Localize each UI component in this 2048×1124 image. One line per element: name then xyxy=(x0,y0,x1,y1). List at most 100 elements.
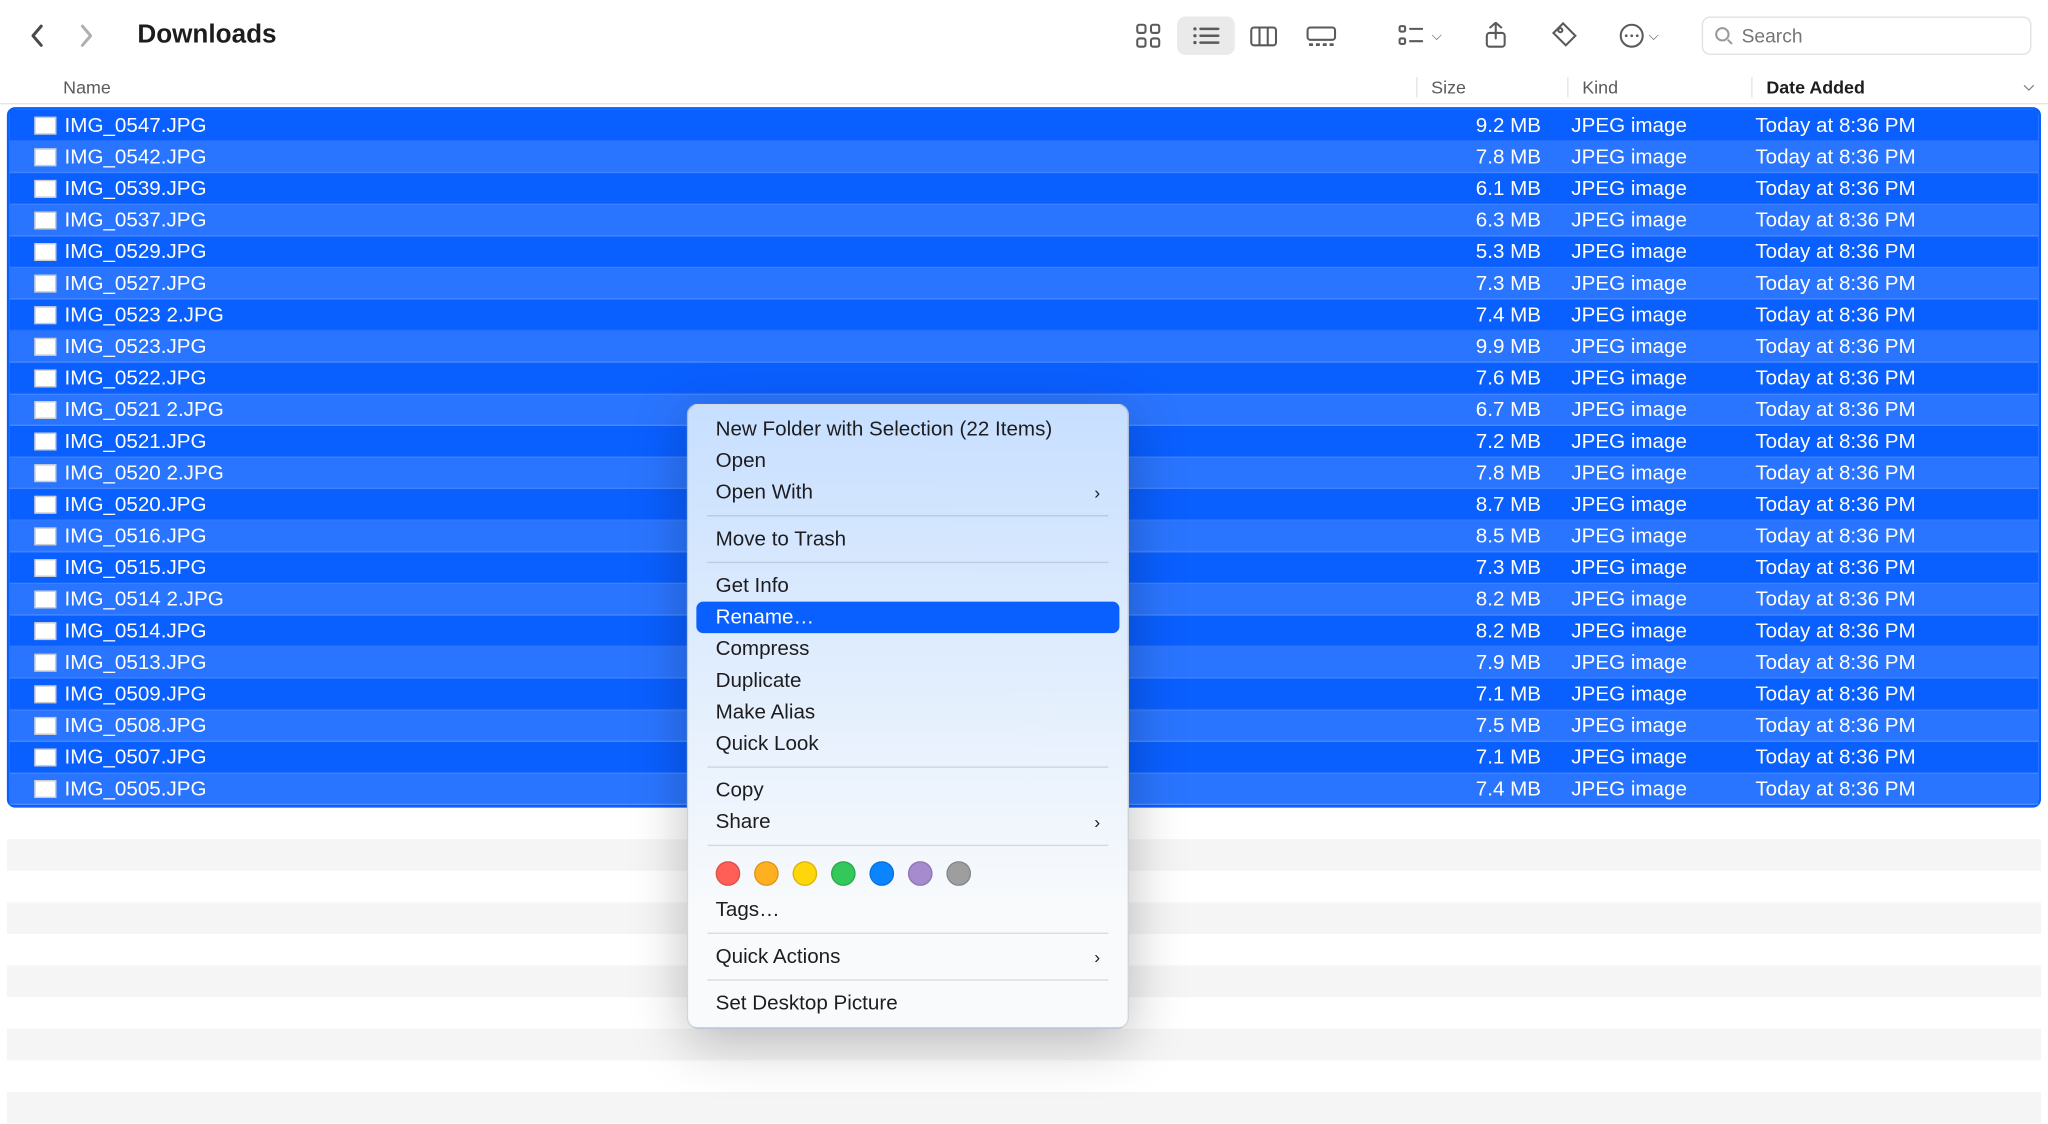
menu-item[interactable]: Share› xyxy=(696,806,1119,838)
file-name: IMG_0542.JPG xyxy=(65,145,1407,168)
share-button[interactable] xyxy=(1470,16,1522,54)
menu-item-label: Quick Actions xyxy=(716,945,841,968)
menu-separator xyxy=(707,766,1108,767)
file-icon xyxy=(34,653,56,671)
file-kind: JPEG image xyxy=(1558,240,1742,263)
menu-item[interactable]: Get Info xyxy=(696,570,1119,602)
menu-separator xyxy=(707,845,1108,846)
icon-view-button[interactable] xyxy=(1119,16,1177,54)
file-date: Today at 8:36 PM xyxy=(1742,777,2039,800)
file-size: 7.9 MB xyxy=(1406,650,1557,673)
file-row[interactable]: IMG_0522.JPG7.6 MBJPEG imageToday at 8:3… xyxy=(10,363,2039,395)
column-headers: Name Size Kind Date Added ⌵ xyxy=(0,71,2048,104)
search-input[interactable] xyxy=(1742,25,2019,47)
menu-item[interactable]: Compress xyxy=(696,633,1119,665)
file-row[interactable]: IMG_0537.JPG6.3 MBJPEG imageToday at 8:3… xyxy=(10,205,2039,237)
file-row[interactable]: IMG_0523 2.JPG7.4 MBJPEG imageToday at 8… xyxy=(10,299,2039,331)
file-kind: JPEG image xyxy=(1558,682,1742,705)
column-view-button[interactable] xyxy=(1235,16,1293,54)
file-size: 8.2 MB xyxy=(1406,619,1557,642)
menu-item[interactable]: Open xyxy=(696,445,1119,477)
file-size: 5.3 MB xyxy=(1406,240,1557,263)
file-kind: JPEG image xyxy=(1558,145,1742,168)
file-row[interactable]: IMG_0542.JPG7.8 MBJPEG imageToday at 8:3… xyxy=(10,141,2039,173)
file-icon xyxy=(34,274,56,292)
file-row[interactable]: IMG_0523.JPG9.9 MBJPEG imageToday at 8:3… xyxy=(10,331,2039,363)
file-row[interactable]: IMG_0527.JPG7.3 MBJPEG imageToday at 8:3… xyxy=(10,268,2039,300)
tags-button[interactable] xyxy=(1538,16,1590,54)
back-button[interactable] xyxy=(16,15,57,56)
group-by-button[interactable]: ⌵ xyxy=(1387,16,1453,54)
file-name: IMG_0539.JPG xyxy=(65,176,1407,199)
file-row[interactable]: IMG_0547.JPG9.2 MBJPEG imageToday at 8:3… xyxy=(10,110,2039,142)
file-size: 7.2 MB xyxy=(1406,429,1557,452)
file-kind: JPEG image xyxy=(1558,366,1742,389)
file-date: Today at 8:36 PM xyxy=(1742,682,2039,705)
page-title: Downloads xyxy=(137,21,276,51)
tag-color[interactable] xyxy=(754,861,779,886)
file-icon xyxy=(34,400,56,418)
file-kind: JPEG image xyxy=(1558,429,1742,452)
file-name: IMG_0547.JPG xyxy=(65,113,1407,136)
file-icon xyxy=(34,369,56,387)
tag-color[interactable] xyxy=(869,861,894,886)
more-button[interactable]: ⌵ xyxy=(1607,16,1670,54)
tag-color[interactable] xyxy=(831,861,856,886)
file-size: 6.1 MB xyxy=(1406,176,1557,199)
file-size: 7.3 MB xyxy=(1406,556,1557,579)
menu-item[interactable]: Set Desktop Picture xyxy=(696,988,1119,1020)
menu-item-label: Quick Look xyxy=(716,732,819,755)
menu-item[interactable]: Move to Trash xyxy=(696,523,1119,555)
view-switcher xyxy=(1119,16,1350,54)
menu-item-label: Compress xyxy=(716,637,810,660)
file-icon xyxy=(34,590,56,608)
forward-button[interactable] xyxy=(66,15,107,56)
menu-separator xyxy=(707,933,1108,934)
file-name: IMG_0522.JPG xyxy=(65,366,1407,389)
file-size: 9.2 MB xyxy=(1406,113,1557,136)
menu-item[interactable]: Quick Look xyxy=(696,728,1119,760)
menu-item[interactable]: Tags… xyxy=(696,894,1119,926)
file-date: Today at 8:36 PM xyxy=(1742,619,2039,642)
file-date: Today at 8:36 PM xyxy=(1742,714,2039,737)
menu-item[interactable]: Rename… xyxy=(696,602,1119,634)
menu-item-label: Open With xyxy=(716,481,813,504)
column-header-name[interactable]: Name xyxy=(0,77,1416,98)
file-row[interactable]: IMG_0529.JPG5.3 MBJPEG imageToday at 8:3… xyxy=(10,236,2039,268)
menu-item[interactable]: Duplicate xyxy=(696,665,1119,697)
file-row[interactable]: IMG_0539.JPG6.1 MBJPEG imageToday at 8:3… xyxy=(10,173,2039,205)
file-name: IMG_0537.JPG xyxy=(65,208,1407,231)
file-kind: JPEG image xyxy=(1558,556,1742,579)
menu-item[interactable]: Open With› xyxy=(696,477,1119,509)
file-kind: JPEG image xyxy=(1558,208,1742,231)
file-date: Today at 8:36 PM xyxy=(1742,745,2039,768)
file-icon xyxy=(34,748,56,766)
file-size: 7.1 MB xyxy=(1406,745,1557,768)
menu-separator xyxy=(707,562,1108,563)
tag-color[interactable] xyxy=(908,861,933,886)
sort-indicator-icon: ⌵ xyxy=(2024,80,2034,95)
file-icon xyxy=(34,116,56,134)
column-header-date-added[interactable]: Date Added ⌵ xyxy=(1751,77,2048,98)
menu-item-label: Move to Trash xyxy=(716,527,847,550)
file-icon xyxy=(34,432,56,450)
file-kind: JPEG image xyxy=(1558,113,1742,136)
file-kind: JPEG image xyxy=(1558,176,1742,199)
column-header-size[interactable]: Size xyxy=(1416,77,1567,98)
menu-item[interactable]: New Folder with Selection (22 Items) xyxy=(696,413,1119,445)
menu-item[interactable]: Copy xyxy=(696,775,1119,807)
menu-item[interactable]: Make Alias xyxy=(696,696,1119,728)
menu-item-label: Open xyxy=(716,449,766,472)
gallery-view-button[interactable] xyxy=(1292,16,1350,54)
empty-row xyxy=(7,1029,2041,1061)
menu-item[interactable]: Quick Actions› xyxy=(696,941,1119,973)
list-view-button[interactable] xyxy=(1177,16,1235,54)
tag-color[interactable] xyxy=(946,861,971,886)
column-header-kind[interactable]: Kind xyxy=(1567,77,1751,98)
file-name: IMG_0527.JPG xyxy=(65,271,1407,294)
tag-color[interactable] xyxy=(716,861,741,886)
chevron-down-icon: ⌵ xyxy=(1431,28,1441,43)
tag-color[interactable] xyxy=(793,861,818,886)
menu-item-label: Set Desktop Picture xyxy=(716,992,898,1015)
search-box[interactable] xyxy=(1702,16,2032,54)
